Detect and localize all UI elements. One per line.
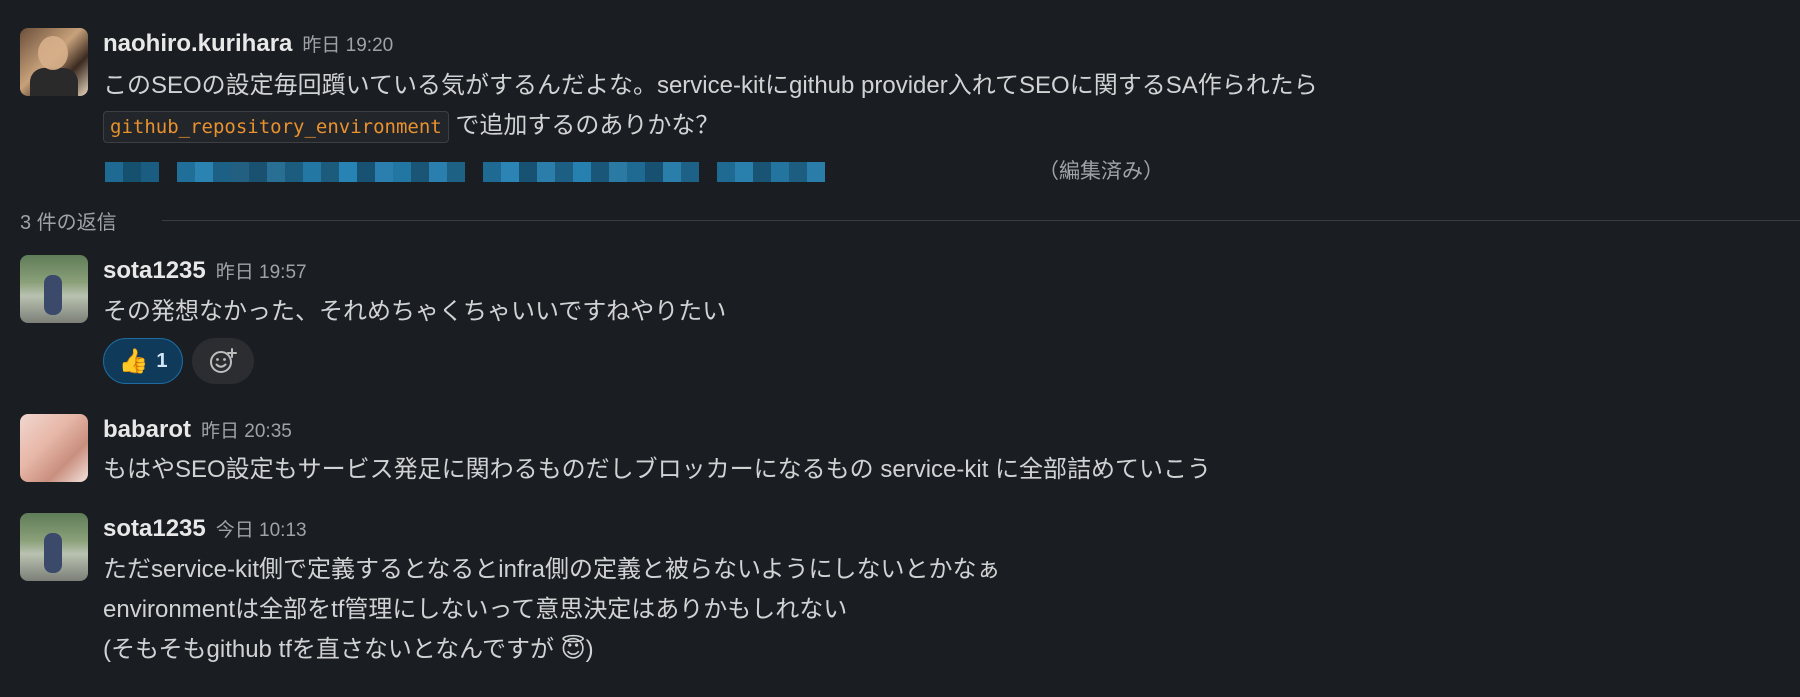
message-text-line: ただservice-kit側で定義するとなるとinfra側の定義と被らないように… bbox=[103, 556, 1001, 583]
avatar[interactable] bbox=[20, 513, 88, 581]
author-name[interactable]: sota1235 昨日 19:57 bbox=[103, 257, 307, 285]
timestamp[interactable]: 昨日 20:35 bbox=[201, 421, 292, 442]
message-text: もはやSEO設定もサービス発足に関わるものだしブロッカーになるもの servic… bbox=[103, 456, 1212, 483]
avatar[interactable] bbox=[20, 414, 88, 482]
message-text-line: (そもそもgithub tfを直さないとなんですが 😇) bbox=[103, 636, 594, 663]
timestamp[interactable]: 昨日 19:20 bbox=[302, 35, 393, 56]
edited-label: （編集済み） bbox=[1038, 160, 1164, 183]
redacted-link-preview bbox=[105, 162, 825, 182]
avatar[interactable] bbox=[20, 255, 88, 323]
add-emoji-icon bbox=[210, 348, 237, 373]
message-text-line: このSEOの設定毎回躓いている気がするんだよな。service-kitにgith… bbox=[103, 72, 1318, 99]
inline-code: github_repository_environment bbox=[103, 111, 449, 143]
thread-view: naohiro.kurihara 昨日 19:20 このSEOの設定毎回躓いている… bbox=[0, 0, 1800, 697]
author-name[interactable]: sota1235 今日 10:13 bbox=[103, 515, 307, 543]
reaction-pill[interactable]: 👍 1 bbox=[103, 338, 183, 384]
avatar[interactable] bbox=[20, 28, 88, 96]
message-text-line: github_repository_environment で追加するのありかな… bbox=[103, 106, 719, 147]
replies-count-label: 3 件の返信 bbox=[20, 212, 117, 234]
message-text-line: environmentは全部をtf管理にしないって意思決定はありかもしれない bbox=[103, 596, 848, 623]
message-text: その発想なかった、それめちゃくちゃいいですねやりたい bbox=[103, 298, 727, 325]
author-name[interactable]: naohiro.kurihara 昨日 19:20 bbox=[103, 30, 393, 58]
author-name[interactable]: babarot 昨日 20:35 bbox=[103, 416, 292, 444]
thumbs-up-emoji: 👍 bbox=[118, 347, 149, 375]
reaction-count: 1 bbox=[156, 349, 168, 372]
timestamp[interactable]: 昨日 19:57 bbox=[216, 262, 307, 283]
timestamp[interactable]: 今日 10:13 bbox=[216, 520, 307, 541]
add-reaction-button[interactable] bbox=[192, 338, 254, 384]
divider bbox=[162, 220, 1800, 221]
